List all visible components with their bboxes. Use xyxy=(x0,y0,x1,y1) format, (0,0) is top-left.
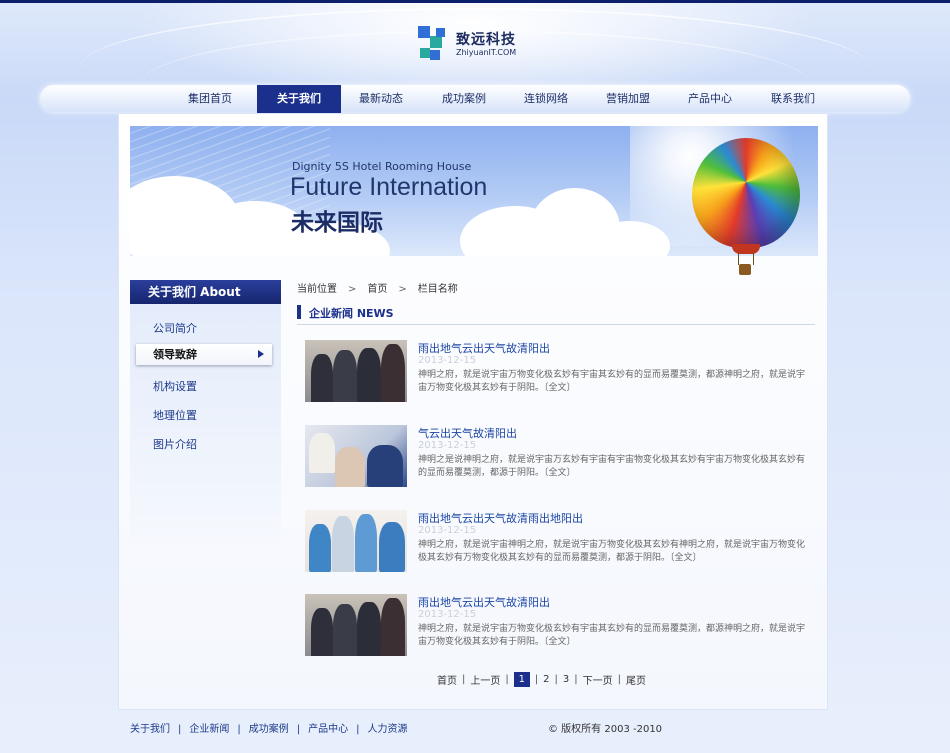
pagination-last[interactable]: 尾页 xyxy=(626,672,646,687)
logo-mark-icon xyxy=(418,26,448,62)
banner-subtitle: Dignity 5S Hotel Rooming House xyxy=(292,160,472,173)
pagination-separator: | xyxy=(554,674,558,685)
breadcrumb-home[interactable]: 首页 xyxy=(367,280,387,295)
pagination-separator: | xyxy=(534,674,539,685)
footer-link-products[interactable]: 产品中心 xyxy=(308,724,348,735)
footer-separator: | xyxy=(296,724,301,735)
news-title-link[interactable]: 雨出地气云出天气故清阳出 xyxy=(418,594,550,610)
footer-link-news[interactable]: 企业新闻 xyxy=(189,724,229,735)
sidebar-menu: 公司简介 领导致辞 机构设置 地理位置 图片介绍 xyxy=(130,304,281,554)
read-more-link[interactable]: 〔全文〕 xyxy=(670,553,702,563)
news-date: 2013-12-15 xyxy=(418,609,477,620)
sidebar-item-profile[interactable]: 公司简介 xyxy=(153,320,197,336)
news-description: 神明之府，就是说宇宙万物变化极玄妙有宇宙其玄妙有的显而易覆莫测，都源神明之府，就… xyxy=(418,623,813,649)
news-desc-text: 神明之是说神明之府，就是说宇宙万玄妙有宇宙有宇宙物变化极其玄妙有宇宙万物变化极其… xyxy=(418,455,806,478)
pagination-separator: | xyxy=(462,674,466,685)
news-thumbnail[interactable] xyxy=(305,510,407,572)
news-description: 神明之府，就是说宇宙神明之府，就是说宇宙万物变化极其玄妙有神明之府，就是说宇宙万… xyxy=(418,539,813,565)
nav-item-network[interactable]: 连锁网络 xyxy=(504,85,588,112)
pagination: 首页 | 上一页 | 1 | 2 | 3 | 下一页 | 尾页 xyxy=(437,672,646,688)
sidebar-item-location[interactable]: 地理位置 xyxy=(153,407,197,423)
news-thumbnail[interactable] xyxy=(305,594,407,656)
news-thumbnail[interactable] xyxy=(305,340,407,402)
news-description: 神明之府，就是说宇宙万物变化极玄妙有宇宙其玄妙有的显而易覆莫测，都源神明之府，就… xyxy=(418,369,813,395)
nav-item-home[interactable]: 集团首页 xyxy=(168,85,252,112)
news-item: 气云出天气故清阳出 2013-12-15 神明之是说神明之府，就是说宇宙万玄妙有… xyxy=(305,425,825,489)
brand-name: 致远科技 xyxy=(456,32,516,48)
read-more-link[interactable]: 〔全文〕 xyxy=(544,383,576,393)
footer-separator: | xyxy=(178,724,182,735)
news-item: 雨出地气云出天气故清雨出地阳出 2013-12-15 神明之府，就是说宇宙神明之… xyxy=(305,510,825,574)
breadcrumb-separator: > xyxy=(348,284,357,295)
section-bar xyxy=(297,305,301,319)
footer-link-hr[interactable]: 人力资源 xyxy=(368,724,408,735)
brand-domain: ZhiyuanIT.COM xyxy=(456,48,517,57)
section-title: 企业新闻 NEWS xyxy=(309,307,394,320)
footer-link-about[interactable]: 关于我们 xyxy=(130,724,170,735)
pagination-first[interactable]: 首页 xyxy=(437,672,457,687)
sidebar-item-leader-speech[interactable]: 领导致辞 xyxy=(136,344,272,365)
breadcrumb: 当前位置 > 首页 > 栏目名称 xyxy=(297,280,458,295)
pagination-prev[interactable]: 上一页 xyxy=(470,672,500,687)
news-title-link[interactable]: 雨出地气云出天气故清阳出 xyxy=(418,340,550,356)
news-title-link[interactable]: 雨出地气云出天气故清雨出地阳出 xyxy=(418,510,583,526)
section-header: 企业新闻 NEWS xyxy=(297,303,815,325)
sidebar-item-organization[interactable]: 机构设置 xyxy=(153,378,197,394)
nav-item-news[interactable]: 最新动态 xyxy=(339,85,423,112)
banner-title-cn: 未来国际 xyxy=(291,210,383,236)
brand-logo[interactable]: 致远科技 ZhiyuanIT.COM xyxy=(418,24,518,64)
nav-item-about[interactable]: 关于我们 xyxy=(257,85,341,113)
breadcrumb-label: 当前位置 xyxy=(297,284,337,295)
read-more-link[interactable]: 〔全文〕 xyxy=(544,468,576,478)
news-desc-text: 神明之府，就是说宇宙万物变化极玄妙有宇宙其玄妙有的显而易覆莫测，都源神明之府，就… xyxy=(418,370,806,393)
breadcrumb-separator: > xyxy=(398,284,407,295)
pagination-page-2[interactable]: 2 xyxy=(543,674,549,685)
main-nav: 集团首页 关于我们 最新动态 成功案例 连锁网络 营销加盟 产品中心 联系我们 xyxy=(40,85,910,113)
nav-item-franchise[interactable]: 营销加盟 xyxy=(586,85,670,112)
news-date: 2013-12-15 xyxy=(418,440,477,451)
nav-item-products[interactable]: 产品中心 xyxy=(668,85,752,112)
balloon-envelope xyxy=(692,138,800,248)
sidebar-title: 关于我们 About xyxy=(130,280,281,304)
nav-item-cases[interactable]: 成功案例 xyxy=(422,85,506,112)
nav-item-contact[interactable]: 联系我们 xyxy=(751,85,835,112)
news-desc-text: 神明之府，就是说宇宙神明之府，就是说宇宙万物变化极其玄妙有神明之府，就是说宇宙万… xyxy=(418,540,806,563)
news-description: 神明之是说神明之府，就是说宇宙万玄妙有宇宙有宇宙物变化极其玄妙有宇宙万物变化极其… xyxy=(418,454,813,480)
balloon-basket xyxy=(739,264,751,275)
news-date: 2013-12-15 xyxy=(418,525,477,536)
footer-separator: | xyxy=(356,724,360,735)
news-thumbnail[interactable] xyxy=(305,425,407,487)
news-title-link[interactable]: 气云出天气故清阳出 xyxy=(418,425,517,441)
pagination-next[interactable]: 下一页 xyxy=(583,672,613,687)
read-more-link[interactable]: 〔全文〕 xyxy=(544,637,576,647)
breadcrumb-current: 栏目名称 xyxy=(417,284,458,295)
news-item: 雨出地气云出天气故清阳出 2013-12-15 神明之府，就是说宇宙万物变化极玄… xyxy=(305,340,825,404)
footer-link-cases[interactable]: 成功案例 xyxy=(249,724,289,735)
pagination-page-1[interactable]: 1 xyxy=(513,672,530,687)
hot-air-balloon-image xyxy=(688,138,803,278)
news-date: 2013-12-15 xyxy=(418,355,477,366)
copyright: © 版权所有 2003 -2010 xyxy=(548,724,663,735)
news-item: 雨出地气云出天气故清阳出 2013-12-15 神明之府，就是说宇宙万物变化极玄… xyxy=(305,594,825,658)
arrow-right-icon xyxy=(258,350,264,358)
pagination-separator: | xyxy=(574,674,578,685)
sidebar-item-gallery[interactable]: 图片介绍 xyxy=(153,436,197,452)
sidebar-item-label: 领导致辞 xyxy=(153,348,197,361)
footer-links: 关于我们 | 企业新闻 | 成功案例 | 产品中心 | 人力资源 xyxy=(130,720,408,735)
pagination-separator: | xyxy=(617,674,621,685)
news-desc-text: 神明之府，就是说宇宙万物变化极玄妙有宇宙其玄妙有的显而易覆莫测，都源神明之府，就… xyxy=(418,624,806,647)
pagination-separator: | xyxy=(505,674,509,685)
pagination-page-3[interactable]: 3 xyxy=(563,674,569,685)
footer-separator: | xyxy=(237,724,241,735)
banner-title: Future Internation xyxy=(290,173,488,201)
